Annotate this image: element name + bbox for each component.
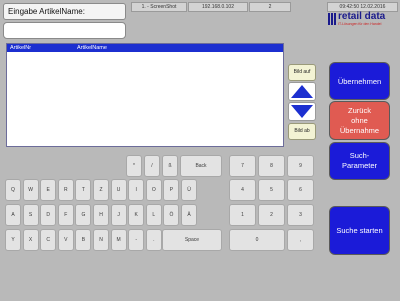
key-row2-8[interactable]: L xyxy=(145,204,162,226)
list-header: ArtikelNr ArtikelName xyxy=(7,44,283,52)
key-row2-1[interactable]: S xyxy=(22,204,39,226)
key-row3-6[interactable]: M xyxy=(110,229,127,251)
ip-address: 192.168.0.102 xyxy=(188,2,248,12)
screen-name: 1. - ScreenShot xyxy=(131,2,187,12)
key-space[interactable]: Space xyxy=(162,229,222,251)
key-row2-5[interactable]: H xyxy=(93,204,109,226)
logo-bars-icon xyxy=(328,13,336,25)
column-article-number: ArtikelNr xyxy=(10,45,32,51)
key-row2-7[interactable]: K xyxy=(128,204,145,226)
page-number: 2 xyxy=(249,2,291,12)
field-label: Eingabe ArtikelName: xyxy=(3,3,126,20)
numpad-key-5[interactable]: 6 xyxy=(287,179,314,201)
numpad-key-0[interactable]: 7 xyxy=(229,155,256,177)
numpad-key-7[interactable]: 2 xyxy=(258,204,285,226)
scroll-up-button[interactable] xyxy=(288,82,316,101)
arrow-up-icon xyxy=(291,85,313,98)
key-row1-10[interactable]: Ü xyxy=(181,179,197,201)
numpad-key-1[interactable]: 8 xyxy=(258,155,285,177)
numpad-key-4[interactable]: 5 xyxy=(258,179,285,201)
key-special-1[interactable]: / xyxy=(144,155,160,177)
key-row1-6[interactable]: U xyxy=(110,179,127,201)
key-backspace[interactable]: Back xyxy=(180,155,222,177)
key-row1-3[interactable]: R xyxy=(57,179,74,201)
key-row2-10[interactable]: Ä xyxy=(181,204,197,226)
article-list[interactable]: ArtikelNr ArtikelName xyxy=(6,43,284,147)
retail-data-logo: retail data IT-Lösungen für den Handel xyxy=(328,11,398,33)
key-row3-8[interactable]: . xyxy=(145,229,162,251)
numpad-key-8[interactable]: 3 xyxy=(287,204,314,226)
key-row3-4[interactable]: B xyxy=(75,229,92,251)
key-row2-6[interactable]: J xyxy=(110,204,127,226)
start-search-button[interactable]: Suche starten xyxy=(330,207,389,254)
back-without-accept-button[interactable]: Zurück ohne Übernahme xyxy=(330,102,389,139)
numpad-key-comma[interactable]: , xyxy=(287,229,314,251)
key-row1-1[interactable]: W xyxy=(22,179,39,201)
key-row2-0[interactable]: A xyxy=(5,204,21,226)
key-row1-0[interactable]: Q xyxy=(5,179,21,201)
key-row1-7[interactable]: I xyxy=(128,179,145,201)
arrow-down-icon xyxy=(291,105,313,118)
page-down-button[interactable]: Bild ab xyxy=(288,123,316,140)
article-name-input[interactable] xyxy=(3,22,126,39)
key-row3-7[interactable]: - xyxy=(128,229,145,251)
key-row2-2[interactable]: D xyxy=(40,204,57,226)
logo-name: retail data xyxy=(338,11,386,22)
search-parameters-button[interactable]: Such- Parameter xyxy=(330,143,389,179)
key-row3-1[interactable]: X xyxy=(22,229,39,251)
key-row3-2[interactable]: C xyxy=(40,229,57,251)
numpad-key-6[interactable]: 1 xyxy=(229,204,256,226)
numpad-key-3[interactable]: 4 xyxy=(229,179,256,201)
key-row1-9[interactable]: P xyxy=(163,179,180,201)
key-row2-4[interactable]: G xyxy=(75,204,92,226)
accept-button[interactable]: Übernehmen xyxy=(330,63,389,99)
key-row1-5[interactable]: Z xyxy=(93,179,109,201)
key-special-0[interactable]: * xyxy=(126,155,142,177)
key-row3-5[interactable]: N xyxy=(93,229,109,251)
key-special-2[interactable]: ß xyxy=(162,155,178,177)
key-row2-9[interactable]: Ö xyxy=(163,204,180,226)
key-row3-3[interactable]: V xyxy=(57,229,74,251)
page-up-button[interactable]: Bild auf xyxy=(288,64,316,81)
key-row1-8[interactable]: O xyxy=(145,179,162,201)
key-row3-0[interactable]: Y xyxy=(5,229,21,251)
key-row2-3[interactable]: F xyxy=(57,204,74,226)
key-row1-2[interactable]: E xyxy=(40,179,57,201)
numpad-key-2[interactable]: 9 xyxy=(287,155,314,177)
scroll-down-button[interactable] xyxy=(288,102,316,121)
logo-tagline: IT-Lösungen für den Handel xyxy=(338,22,382,26)
numpad-key-zero[interactable]: 0 xyxy=(229,229,285,251)
key-row1-4[interactable]: T xyxy=(75,179,92,201)
column-article-name: ArtikelName xyxy=(77,45,107,51)
